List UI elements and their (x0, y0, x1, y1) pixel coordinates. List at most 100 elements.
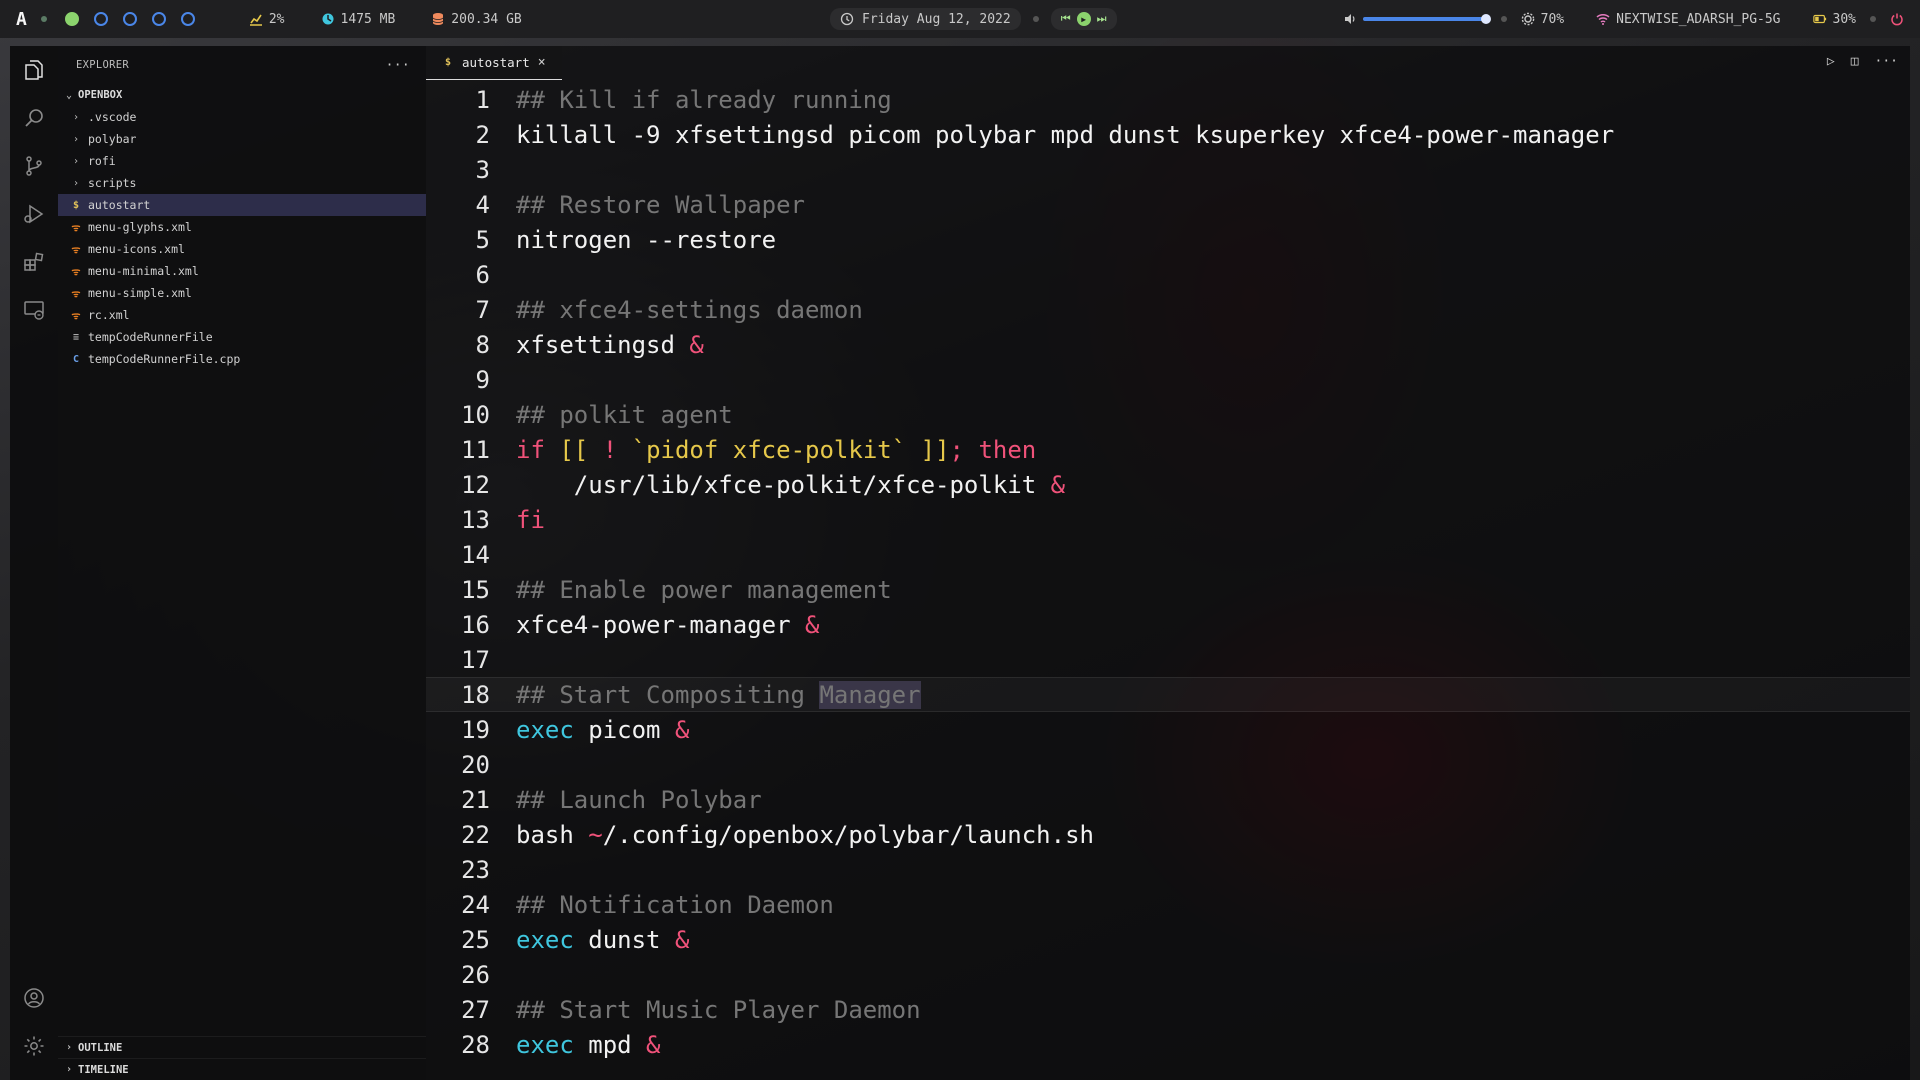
more-actions-icon[interactable]: ··· (1875, 54, 1898, 69)
separator-dot (40, 16, 47, 22)
line-text: ## Enable power management (516, 575, 892, 604)
settings-gear-icon[interactable] (22, 1034, 46, 1058)
code-line[interactable]: 9 (426, 362, 1910, 397)
code-line[interactable]: 3 (426, 152, 1910, 187)
tree-item-menu-icons[interactable]: ᯤ menu-icons.xml (58, 238, 426, 260)
workspace-2[interactable] (93, 12, 108, 26)
battery-value: 30% (1832, 11, 1856, 27)
code-line[interactable]: 2 killall -9 xfsettingsd picom polybar mp… (426, 117, 1910, 152)
split-editor-icon[interactable]: ◫ (1851, 54, 1859, 69)
tab-autostart[interactable]: $ autostart × (426, 46, 562, 80)
code-line[interactable]: 12 /usr/lib/xfce-polkit/xfce-polkit & (426, 467, 1910, 502)
code-line[interactable]: 18 ## Start Compositing Manager (426, 677, 1910, 712)
tree-item-menu-simple[interactable]: ᯤ menu-simple.xml (58, 282, 426, 304)
code-line[interactable]: 23 (426, 852, 1910, 887)
line-text: xfsettingsd & (516, 330, 704, 359)
tree-item-label: tempCodeRunnerFile.cpp (88, 352, 241, 366)
code-line[interactable]: 27 ## Start Music Player Daemon (426, 992, 1910, 1027)
code-line[interactable]: 22 bash ~/.config/openbox/polybar/launch.… (426, 817, 1910, 852)
volume-icon[interactable] (1343, 12, 1357, 26)
brightness-indicator[interactable]: 70% (1521, 12, 1564, 27)
date-pill[interactable]: Friday Aug 12, 2022 (830, 8, 1021, 30)
code-line[interactable]: 25 exec dunst & (426, 922, 1910, 957)
line-number: 9 (475, 365, 490, 394)
code-line[interactable]: 17 (426, 642, 1910, 677)
volume-knob[interactable] (1480, 14, 1491, 24)
tree-item-autostart[interactable]: $ autostart (58, 194, 426, 216)
explorer-icon[interactable] (22, 58, 46, 82)
battery-indicator[interactable]: 30% (1812, 11, 1856, 27)
code-line[interactable]: 5 nitrogen --restore (426, 222, 1910, 257)
code-line[interactable]: 1 ## Kill if already running (426, 82, 1910, 117)
next-track-icon[interactable]: ⏭ (1097, 12, 1107, 26)
tree-item-polybar[interactable]: › polybar (58, 128, 426, 150)
code-line[interactable]: 11 if [[ ! `pidof xfce-polkit` ]]; then (426, 432, 1910, 467)
run-icon[interactable]: ▷ (1827, 54, 1835, 69)
outline-section[interactable]: › OUTLINE (58, 1036, 426, 1058)
line-text: exec mpd & (516, 1030, 661, 1059)
line-number: 22 (461, 820, 490, 849)
run-debug-icon[interactable] (22, 202, 46, 226)
tree-item-label: .vscode (88, 110, 137, 124)
source-control-icon[interactable] (22, 154, 46, 178)
volume-slider[interactable] (1362, 14, 1491, 24)
remote-explorer-icon[interactable] (22, 298, 46, 322)
line-number: 12 (461, 470, 490, 499)
more-actions-icon[interactable]: ··· (386, 58, 410, 73)
database-icon (433, 13, 444, 25)
tree-item-rofi[interactable]: › rofi (58, 150, 426, 172)
tree-item-tempcoderunnerfile[interactable]: ≡ tempCodeRunnerFile (58, 326, 426, 348)
wifi-indicator[interactable]: NEXTWISE_ADARSH_PG-5G (1596, 12, 1781, 27)
line-number: 26 (461, 960, 490, 989)
line-number: 1 (475, 85, 490, 114)
line-number: 11 (461, 435, 490, 464)
code-line[interactable]: 28 exec mpd & (426, 1027, 1910, 1062)
code-line[interactable]: 24 ## Notification Daemon (426, 887, 1910, 922)
code-view[interactable]: 1 ## Kill if already running 2 killall -9 x… (426, 82, 1910, 1062)
timeline-section[interactable]: › TIMELINE (58, 1058, 426, 1080)
memory-icon (322, 13, 333, 25)
code-line[interactable]: 4 ## Restore Wallpaper (426, 187, 1910, 222)
workspace-4[interactable] (151, 12, 166, 26)
tree-item-vscode[interactable]: › .vscode (58, 106, 426, 128)
sidebar-bottom-panels: › OUTLINE › TIMELINE (58, 1036, 426, 1080)
tree-item-menu-glyphs[interactable]: ᯤ menu-glyphs.xml (58, 216, 426, 238)
launcher-logo[interactable]: A (16, 9, 27, 30)
search-icon[interactable] (22, 106, 46, 130)
previous-track-icon[interactable]: ⏮ (1061, 12, 1071, 26)
code-line[interactable]: 8 xfsettingsd & (426, 327, 1910, 362)
code-line[interactable]: 16 xfce4-power-manager & (426, 607, 1910, 642)
code-line[interactable]: 19 exec picom & (426, 712, 1910, 747)
close-icon[interactable]: × (538, 55, 546, 70)
tree-item-tempcoderunnerfile-cpp[interactable]: C tempCodeRunnerFile.cpp (58, 348, 426, 370)
code-line[interactable]: 14 (426, 537, 1910, 572)
workspace-5[interactable] (180, 12, 195, 26)
line-number: 8 (475, 330, 490, 359)
workspace-3[interactable] (122, 12, 137, 26)
tree-item-rc-xml[interactable]: ᯤ rc.xml (58, 304, 426, 326)
tree-item-label: polybar (88, 132, 137, 146)
code-line[interactable]: 15 ## Enable power management (426, 572, 1910, 607)
folder-root-openbox[interactable]: ⌄ OPENBOX (58, 84, 426, 106)
tab-label: autostart (462, 55, 530, 70)
separator-dot (1870, 16, 1876, 22)
activity-bar (10, 46, 58, 1080)
code-line[interactable]: 10 ## polkit agent (426, 397, 1910, 432)
code-line[interactable]: 6 (426, 257, 1910, 292)
account-icon[interactable] (22, 986, 46, 1010)
code-line[interactable]: 7 ## xfce4-settings daemon (426, 292, 1910, 327)
extensions-icon[interactable] (22, 250, 46, 274)
tree-item-scripts[interactable]: › scripts (58, 172, 426, 194)
workspace-1[interactable] (64, 12, 79, 26)
workspace-switcher (64, 12, 195, 26)
code-line[interactable]: 20 (426, 747, 1910, 782)
line-text: ## polkit agent (516, 400, 733, 429)
editor-area: $ autostart × ▷ ◫ ··· 1 ## Kill if alread… (426, 46, 1910, 1080)
play-icon[interactable]: ▶ (1076, 12, 1091, 26)
code-line[interactable]: 26 (426, 957, 1910, 992)
tree-item-menu-minimal[interactable]: ᯤ menu-minimal.xml (58, 260, 426, 282)
timeline-label: TIMELINE (78, 1063, 129, 1076)
power-icon[interactable] (1890, 12, 1904, 26)
code-line[interactable]: 21 ## Launch Polybar (426, 782, 1910, 817)
code-line[interactable]: 13 fi (426, 502, 1910, 537)
